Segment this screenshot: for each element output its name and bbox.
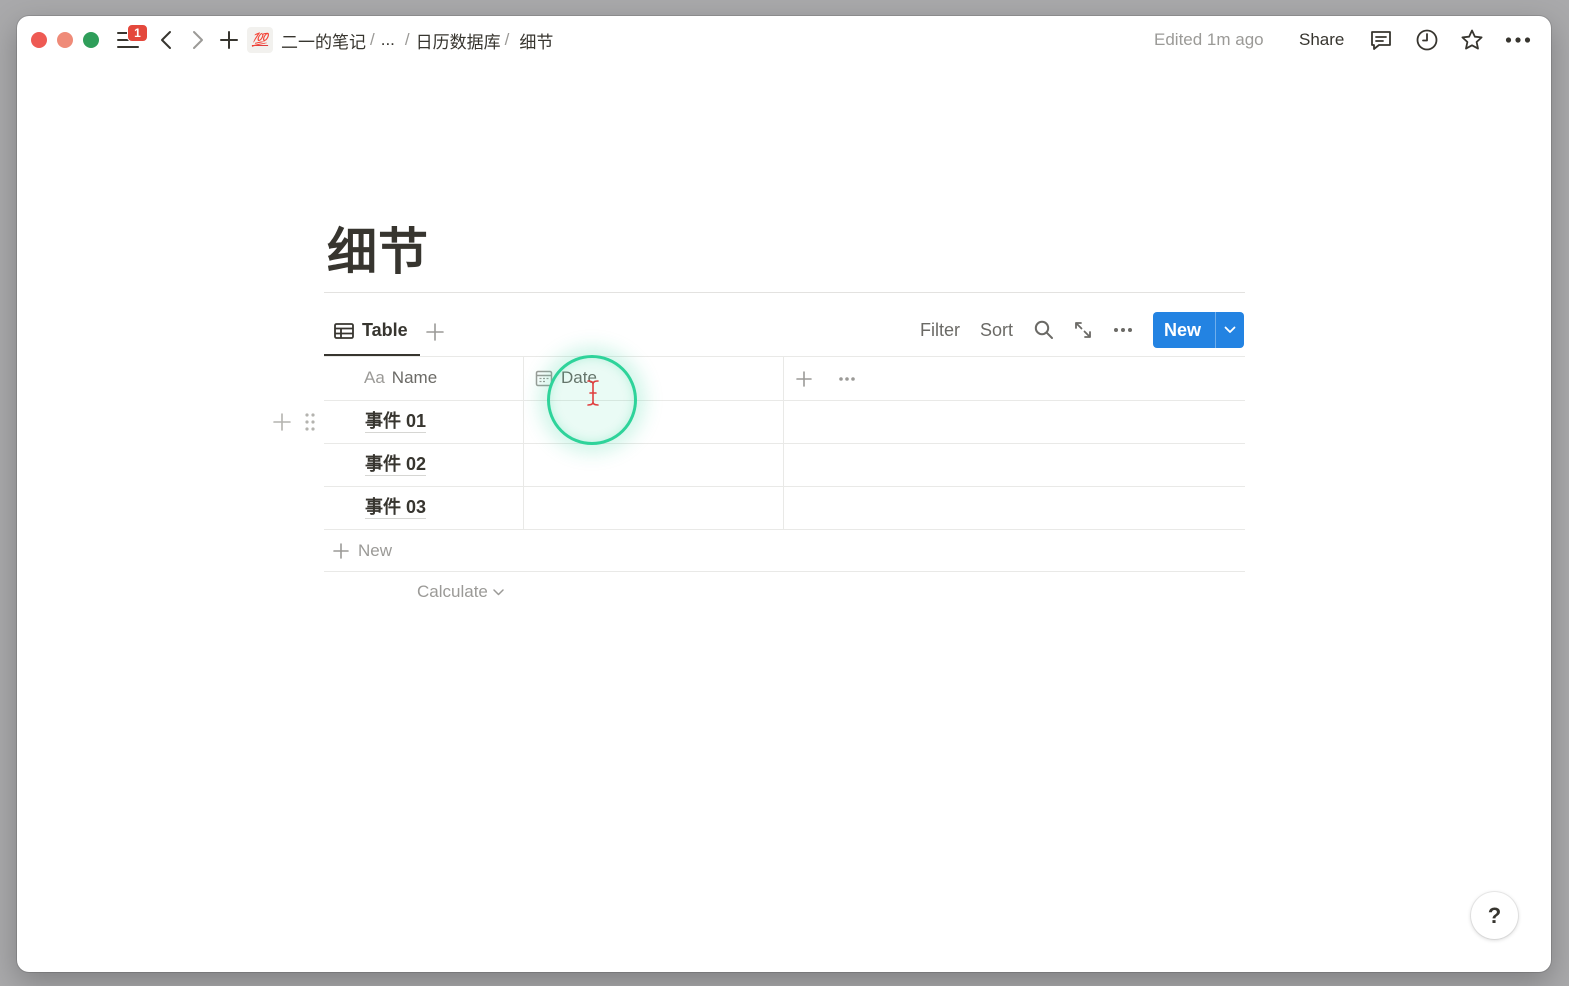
breadcrumb-item[interactable]: 二一的笔记	[281, 28, 366, 53]
breadcrumb-current[interactable]: 细节	[519, 28, 553, 53]
star-icon[interactable]	[1459, 27, 1485, 53]
table-border	[324, 529, 1245, 530]
breadcrumb-separator: /	[404, 30, 410, 49]
chevron-down-icon[interactable]	[1216, 326, 1244, 334]
chevron-left-icon[interactable]	[155, 28, 177, 52]
expand-icon[interactable]	[1071, 318, 1095, 342]
table-row-title[interactable]: 事件 02	[365, 453, 427, 476]
more-horizontal-icon[interactable]	[1504, 27, 1532, 53]
breadcrumb-separator: /	[504, 30, 510, 49]
breadcrumb-separator: /	[370, 30, 375, 49]
share-button[interactable]: Share	[1299, 30, 1344, 50]
app-window: 1 💯 二一的笔记 / ... / 日历数据库 / 细节 Edited 1m a…	[17, 16, 1551, 972]
breadcrumb-ellipsis[interactable]: ...	[381, 30, 395, 50]
add-property-icon[interactable]	[792, 367, 816, 391]
help-button[interactable]: ?	[1471, 892, 1518, 939]
table-border	[324, 356, 1245, 357]
breadcrumb-item[interactable]: 日历数据库	[416, 28, 501, 53]
window-zoom-button[interactable]	[83, 32, 99, 48]
comment-icon[interactable]	[1368, 27, 1394, 53]
plus-icon	[333, 543, 349, 559]
window-minimize-button[interactable]	[57, 32, 73, 48]
chevron-down-icon	[493, 588, 504, 596]
text-type-icon: Aa	[364, 368, 385, 387]
clock-icon[interactable]	[1414, 27, 1440, 53]
divider	[324, 292, 1245, 293]
table-icon	[334, 320, 354, 342]
add-row-icon[interactable]	[269, 409, 295, 435]
window-close-button[interactable]	[31, 32, 47, 48]
column-divider	[783, 356, 784, 530]
table-row-title[interactable]: 事件 03	[365, 496, 427, 519]
add-new-row-button[interactable]: New	[333, 539, 392, 563]
calculate-button[interactable]: Calculate	[417, 581, 504, 603]
plus-icon[interactable]	[217, 28, 241, 52]
column-header-label: Name	[391, 368, 438, 387]
chevron-right-icon[interactable]	[187, 28, 209, 52]
new-record-button[interactable]: New	[1153, 312, 1244, 348]
new-button-label: New	[1164, 319, 1202, 340]
drag-handle-icon[interactable]	[300, 409, 320, 435]
page-emoji-icon[interactable]: 💯	[247, 27, 273, 53]
table-row-title[interactable]: 事件 01	[365, 410, 427, 433]
add-view-icon[interactable]	[423, 320, 447, 344]
notification-badge: 1	[127, 24, 148, 42]
view-tab-label: Table	[362, 320, 408, 340]
sort-button[interactable]: Sort	[980, 320, 1013, 341]
column-divider	[523, 356, 524, 530]
text-cursor-icon	[583, 378, 603, 408]
filter-button[interactable]: Filter	[920, 320, 960, 341]
calculate-label: Calculate	[417, 582, 488, 601]
new-row-label: New	[358, 541, 393, 560]
more-horizontal-icon[interactable]	[1110, 318, 1136, 342]
breadcrumb: 二一的笔记 / ... / 日历数据库 / 细节	[281, 28, 553, 53]
more-horizontal-icon[interactable]	[834, 367, 860, 391]
table-border	[324, 443, 1245, 444]
table-border	[324, 571, 1245, 572]
search-icon[interactable]	[1032, 318, 1056, 342]
page-title[interactable]: 细节	[327, 212, 429, 284]
column-header-name[interactable]: Aa Name	[364, 367, 437, 389]
table-border	[324, 486, 1245, 487]
edited-timestamp: Edited 1m ago	[1154, 30, 1264, 49]
table-border	[324, 400, 1245, 401]
top-bar: 1 💯 二一的笔记 / ... / 日历数据库 / 细节 Edited 1m a…	[17, 16, 1551, 64]
tab-table-view[interactable]: Table	[324, 314, 420, 356]
